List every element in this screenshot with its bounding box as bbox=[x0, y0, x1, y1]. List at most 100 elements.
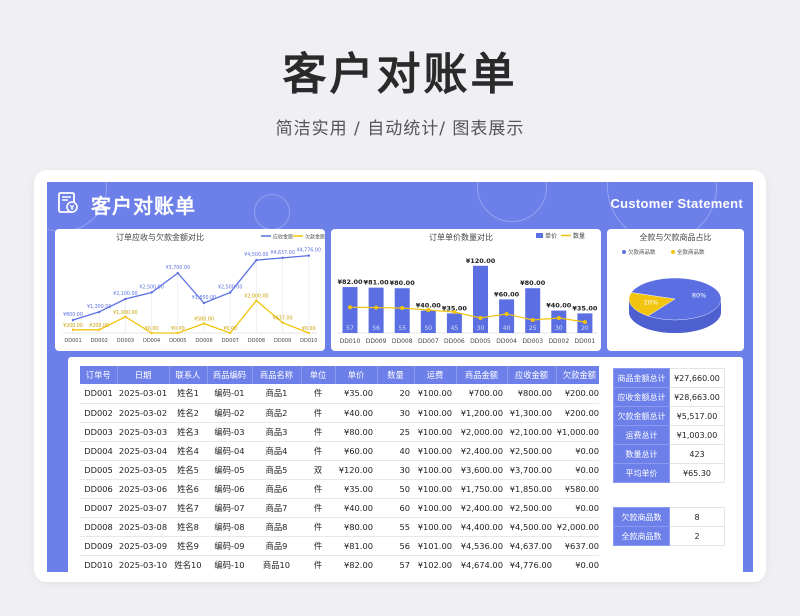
data-point-debt bbox=[176, 331, 179, 335]
legend-price: 单价 bbox=[545, 232, 557, 240]
table-cell: DD002 bbox=[80, 403, 117, 423]
table-cell: ¥80.00 bbox=[335, 422, 377, 442]
legend-debt: 欠款金额 bbox=[305, 234, 325, 241]
x-tick-label: DD001 bbox=[64, 338, 81, 344]
summary-label: 全款商品数 bbox=[613, 526, 670, 546]
table-cell: 件 bbox=[301, 422, 335, 442]
table-cell: ¥101.00 bbox=[414, 536, 456, 556]
price-qty-bar-chart: 订单单价数量对比 单价 数量 ¥82.00 DD010 ¥81.00 DD009 ¥80.0… bbox=[331, 229, 601, 351]
table-cell: 2025-03-08 bbox=[117, 517, 169, 537]
x-tick-label: DD010 bbox=[300, 338, 317, 344]
table-cell: 商品2 bbox=[252, 403, 301, 423]
x-tick-label: DD008 bbox=[392, 338, 413, 345]
table-cell: 商品5 bbox=[252, 460, 301, 480]
data-point-qty bbox=[504, 312, 509, 316]
table-cell: DD008 bbox=[80, 517, 117, 537]
table-cell: 件 bbox=[301, 517, 335, 537]
summary-label: 应收金额总计 bbox=[613, 387, 670, 407]
page-title: 客户对账单 bbox=[282, 49, 518, 100]
table-cell: 编码-03 bbox=[207, 422, 252, 442]
table-cell: ¥2,500.00 bbox=[507, 498, 556, 518]
summary-row: 数量总计 423 bbox=[613, 444, 725, 464]
table-cell: 件 bbox=[301, 555, 335, 572]
column-header: 日期 bbox=[117, 366, 170, 384]
table-cell: ¥1,300.00 bbox=[507, 403, 556, 423]
table-cell: ¥40.00 bbox=[335, 403, 377, 423]
table-cell: 商品3 bbox=[252, 422, 301, 442]
table-cell: DD004 bbox=[80, 441, 117, 461]
table-cell: ¥80.00 bbox=[335, 517, 377, 537]
table-cell: ¥580.00 bbox=[556, 479, 603, 499]
data-point-qty bbox=[478, 316, 483, 320]
preview-card: 客户对账单 Customer Statement 订单应收与欠款金额对比 应收金… bbox=[34, 170, 766, 582]
data-point-qty bbox=[400, 306, 405, 310]
table-cell: 57 bbox=[377, 555, 414, 572]
data-point-qty bbox=[374, 305, 379, 310]
data-label-receivable: ¥3,700.00 bbox=[166, 265, 190, 271]
x-tick-label: DD009 bbox=[274, 338, 291, 344]
x-tick-label: DD001 bbox=[575, 338, 596, 345]
table-cell: 编码-10 bbox=[207, 555, 252, 572]
table-cell: 商品7 bbox=[252, 498, 301, 518]
table-cell: ¥4,536.00 bbox=[456, 536, 507, 556]
table-cell: ¥2,400.00 bbox=[456, 441, 507, 461]
table-cell: 姓名3 bbox=[169, 422, 207, 442]
column-header: 单价 bbox=[335, 366, 378, 384]
data-label-debt: ¥200.00 bbox=[63, 323, 83, 329]
legend-receivable: 应收金额 bbox=[273, 234, 293, 241]
data-label-debt: ¥0.00 bbox=[223, 326, 237, 332]
table-row: DD004 2025-03-04 姓名4 编码-04 商品4 件 ¥60.00 40 ¥100.… bbox=[80, 441, 603, 461]
legend-swatch-debt-count bbox=[622, 250, 626, 254]
table-cell: ¥100.00 bbox=[414, 403, 456, 423]
table-cell: ¥1,850.00 bbox=[507, 479, 556, 499]
table-cell: ¥0.00 bbox=[556, 460, 603, 480]
data-label-price: ¥40.00 bbox=[546, 302, 572, 310]
table-header-row: 订单号 日期 联系人 商品编码 商品名称 单位 单价 数量 运费 商品金额 应收金额 欠款金额 bbox=[80, 366, 604, 384]
summary-row: 平均单价 ¥65.30 bbox=[613, 463, 725, 483]
table-row: DD010 2025-03-10 姓名10 编码-10 商品10 件 ¥82.00 57 ¥10… bbox=[80, 555, 603, 572]
data-point-debt bbox=[281, 321, 284, 324]
data-point-qty bbox=[582, 320, 587, 324]
table-cell: ¥2,000.00 bbox=[556, 517, 603, 537]
table-cell: 商品10 bbox=[252, 555, 301, 572]
x-tick-label: DD007 bbox=[418, 338, 439, 345]
table-cell: ¥4,776.00 bbox=[507, 555, 556, 572]
data-point-receivable bbox=[176, 271, 179, 275]
table-cell: ¥3,700.00 bbox=[507, 460, 556, 480]
legend-swatch-full-count bbox=[671, 250, 675, 254]
data-label-receivable: ¥4,500.00 bbox=[244, 252, 268, 258]
summary-row: 欠款商品数 8 bbox=[613, 507, 725, 527]
summary-row: 应收金额总计 ¥28,663.00 bbox=[613, 387, 725, 407]
table-cell: 姓名9 bbox=[169, 536, 207, 556]
data-label-qty: 57 bbox=[346, 325, 354, 332]
data-label-receivable: ¥2,100.00 bbox=[113, 291, 137, 297]
table-cell: 双 bbox=[301, 460, 335, 480]
product-count-table: 欠款商品数 8 全款商品数 2 bbox=[613, 507, 725, 546]
summary-label: 欠款金额总计 bbox=[613, 406, 670, 426]
table-cell: 件 bbox=[301, 384, 335, 404]
column-header: 数量 bbox=[377, 366, 415, 384]
spreadsheet-dashboard: 客户对账单 Customer Statement 订单应收与欠款金额对比 应收金… bbox=[47, 182, 753, 572]
data-point-debt bbox=[202, 322, 206, 325]
x-tick-label: DD010 bbox=[340, 338, 361, 345]
column-header: 运费 bbox=[414, 366, 457, 384]
table-cell: 2025-03-02 bbox=[117, 403, 169, 423]
debt-ratio-pie-chart: 全款与欠款商品占比 欠款商品数 全款商品数 80% 20% bbox=[607, 229, 744, 351]
table-cell: 2025-03-07 bbox=[117, 498, 169, 518]
table-cell: ¥0.00 bbox=[556, 555, 603, 572]
data-label-price: ¥82.00 bbox=[337, 278, 363, 286]
table-row: DD006 2025-03-06 姓名6 编码-06 商品6 件 ¥35.00 50 ¥100.… bbox=[80, 479, 603, 499]
x-tick-label: DD003 bbox=[117, 338, 134, 344]
summary-row: 商品金额总计 ¥27,660.00 bbox=[613, 368, 725, 388]
table-cell: ¥100.00 bbox=[414, 384, 456, 404]
table-cell: 件 bbox=[301, 403, 335, 423]
table-cell: ¥0.00 bbox=[556, 498, 603, 518]
x-tick-label: DD002 bbox=[91, 338, 108, 344]
data-point-qty bbox=[452, 310, 457, 314]
summary-panel: 商品金额总计 ¥27,660.00 应收金额总计 ¥28,663.00 欠款金额总计 ¥5… bbox=[599, 357, 743, 572]
orders-table: 订单号 日期 联系人 商品编码 商品名称 单位 单价 数量 运费 商品金额 应收金额 欠款金额 DD0… bbox=[80, 366, 604, 572]
table-cell: ¥4,674.00 bbox=[456, 555, 507, 572]
sheet-title-en: Customer Statement bbox=[610, 196, 743, 211]
table-cell: DD001 bbox=[80, 384, 117, 404]
data-label-receivable: ¥1,850.00 bbox=[192, 295, 216, 301]
